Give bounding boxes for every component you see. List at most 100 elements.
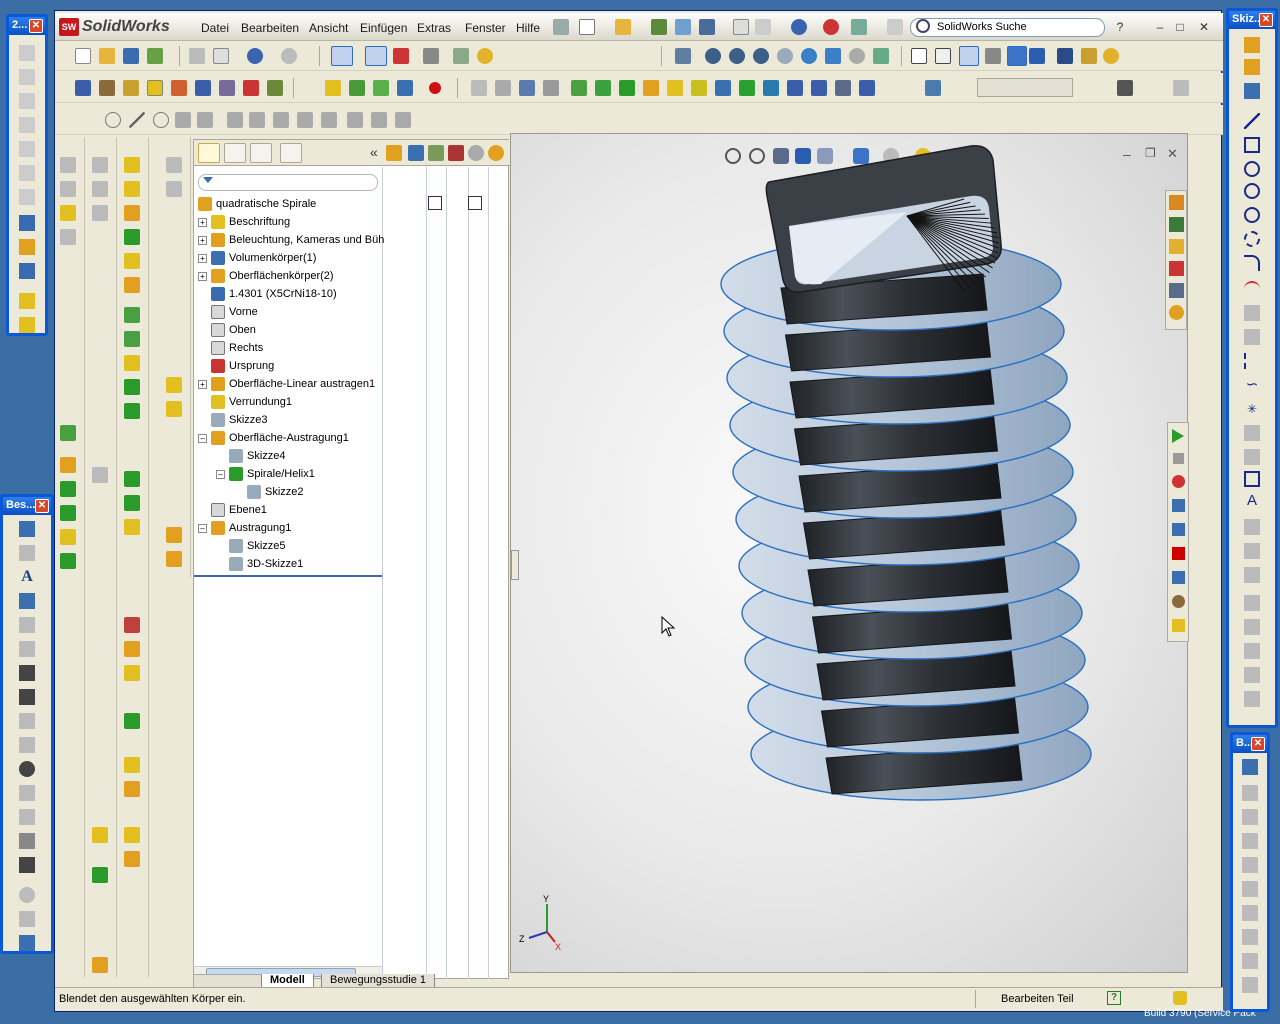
open-file-icon[interactable]	[99, 48, 115, 64]
tool-icon[interactable]	[166, 551, 182, 567]
preview-icon[interactable]	[213, 48, 229, 64]
layout-icon[interactable]	[651, 19, 667, 35]
tool-icon[interactable]	[124, 851, 140, 867]
stop-icon[interactable]	[1173, 453, 1184, 464]
close-icon[interactable]: ✕	[1259, 13, 1273, 27]
line-sketch-icon[interactable]	[129, 112, 145, 128]
rebuild-icon[interactable]	[823, 19, 839, 35]
tool-icon[interactable]	[1244, 543, 1260, 559]
tangent-arc-icon[interactable]	[1244, 231, 1260, 247]
stats-icon[interactable]	[243, 80, 259, 96]
sketch-grid-icon[interactable]	[371, 112, 387, 128]
tool-icon[interactable]	[124, 307, 140, 323]
equations-icon[interactable]	[195, 80, 211, 96]
tool-icon[interactable]	[1242, 785, 1258, 801]
tool-icon[interactable]	[124, 229, 140, 245]
tool-icon[interactable]	[1242, 977, 1258, 993]
tool-icon[interactable]	[60, 205, 76, 221]
tool-icon[interactable]	[166, 401, 182, 417]
help-toolbar-icon[interactable]	[477, 48, 493, 64]
sim-icon[interactable]	[219, 80, 235, 96]
fillet-sketch-icon[interactable]	[1244, 471, 1260, 487]
tool-icon[interactable]	[1242, 881, 1258, 897]
tool-icon[interactable]	[19, 737, 35, 753]
macro-customize-icon[interactable]	[1172, 619, 1185, 632]
tool-icon[interactable]	[124, 181, 140, 197]
close-icon[interactable]: ✕	[1197, 20, 1211, 34]
table-icon[interactable]	[19, 935, 35, 951]
tool-icon[interactable]	[124, 495, 140, 511]
tool-icon[interactable]	[1242, 905, 1258, 921]
rectangle-icon[interactable]	[1244, 137, 1260, 153]
stretch-icon[interactable]	[273, 112, 289, 128]
tool-icon[interactable]	[92, 957, 108, 973]
reference-geometry-icon[interactable]	[925, 80, 941, 96]
tool-icon[interactable]	[60, 553, 76, 569]
tool-icon[interactable]	[92, 827, 108, 843]
fillet-feature-icon[interactable]	[691, 80, 707, 96]
tree-item[interactable]: Skizze3	[198, 411, 268, 429]
dome-icon[interactable]	[859, 80, 875, 96]
expand-icon[interactable]: +	[198, 235, 207, 245]
filter-faces-icon[interactable]	[519, 80, 535, 96]
tree-item[interactable]: Vorne	[198, 303, 258, 321]
zoom-area-icon[interactable]	[729, 48, 745, 64]
text-sketch-icon[interactable]: A	[1244, 493, 1260, 509]
tool-icon[interactable]	[19, 215, 35, 231]
perspective-icon[interactable]	[1057, 48, 1073, 64]
tool-icon[interactable]	[1244, 667, 1260, 683]
sketch-icon[interactable]	[1244, 37, 1260, 53]
home-icon[interactable]	[1169, 195, 1184, 210]
tool-icon[interactable]	[166, 527, 182, 543]
view-selector-icon[interactable]	[873, 48, 889, 64]
cut-icon[interactable]	[667, 80, 683, 96]
transparency-icon[interactable]	[488, 145, 504, 161]
appearances-icon[interactable]	[1169, 305, 1184, 320]
triangle-icon[interactable]	[395, 112, 411, 128]
appearance-icon[interactable]	[1103, 48, 1119, 64]
traffic-light-icon[interactable]	[393, 48, 409, 64]
tool-icon[interactable]	[1242, 833, 1258, 849]
corner-icon[interactable]	[297, 112, 313, 128]
rib-icon[interactable]	[787, 80, 803, 96]
collapse-icon[interactable]: –	[216, 469, 225, 479]
tree-item[interactable]: 3D-Skizze1	[216, 555, 303, 573]
tool-icon[interactable]	[19, 911, 35, 927]
new-document-icon[interactable]	[579, 19, 595, 35]
tool-icon[interactable]	[166, 157, 182, 173]
expand-icon[interactable]: +	[198, 271, 207, 281]
dimension-tool-icon[interactable]	[1242, 759, 1258, 775]
tool-icon[interactable]	[1244, 519, 1260, 535]
options-icon[interactable]	[675, 19, 691, 35]
tool-icon[interactable]	[60, 481, 76, 497]
center-mark-icon[interactable]	[19, 887, 35, 903]
tool-icon[interactable]	[1242, 929, 1258, 945]
perimeter-circle-icon[interactable]	[1244, 183, 1260, 199]
tool-icon[interactable]	[124, 471, 140, 487]
floating-toolbar-title[interactable]: Bes... ✕	[3, 497, 51, 515]
tool-icon[interactable]	[19, 69, 35, 85]
3pt-arc-icon[interactable]	[1244, 255, 1260, 271]
thickness-analysis-icon[interactable]	[267, 80, 283, 96]
view-orientation-icon[interactable]	[675, 48, 691, 64]
offset-icon[interactable]	[227, 112, 243, 128]
tool-icon[interactable]	[19, 239, 35, 255]
tool-icon[interactable]	[166, 181, 182, 197]
play-icon[interactable]	[1172, 429, 1184, 443]
viewport-restore-icon[interactable]: ❐	[1145, 146, 1156, 160]
extrude-icon[interactable]	[571, 80, 587, 96]
tool-icon[interactable]	[19, 117, 35, 133]
undo-arrow-icon[interactable]	[247, 48, 263, 64]
menu-ansicht[interactable]: Ansicht	[309, 21, 348, 35]
help-icon[interactable]: ?	[1113, 20, 1127, 34]
realview-icon[interactable]	[1081, 48, 1097, 64]
minimize-icon[interactable]: –	[1153, 20, 1167, 34]
tool-icon[interactable]	[92, 205, 108, 221]
shaded-edges-icon[interactable]	[985, 48, 1001, 64]
expand-icon[interactable]: +	[198, 217, 207, 227]
app-logo[interactable]: SW SolidWorks	[59, 16, 170, 38]
filter-vertices-icon[interactable]	[543, 80, 559, 96]
tree-item[interactable]: + Beschriftung	[198, 213, 290, 231]
tree-item[interactable]: – Oberfläche-Austragung1	[198, 429, 349, 447]
tool-icon[interactable]	[1244, 643, 1260, 659]
